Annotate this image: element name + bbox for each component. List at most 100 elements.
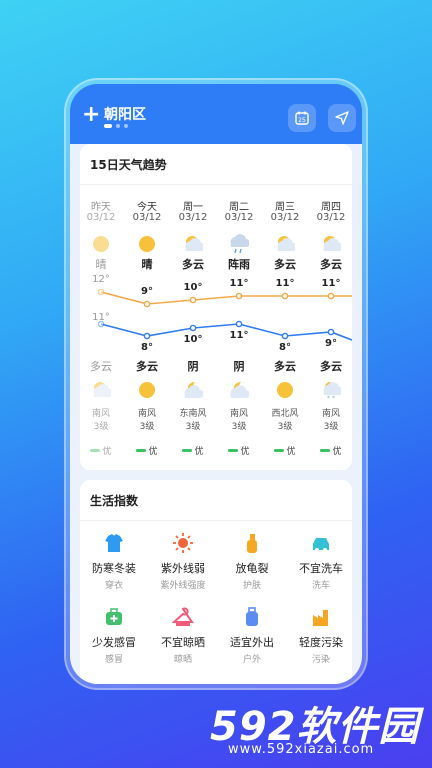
share-button[interactable] <box>328 104 356 132</box>
day-condition: 晴 <box>141 258 153 271</box>
date-label: 03/12 <box>178 212 208 223</box>
day-weather-icon <box>170 234 216 254</box>
low-temp-line-point <box>189 324 197 332</box>
life-index-item[interactable]: 轻度污染 污染 <box>285 604 357 665</box>
cloud-sun-icon <box>277 236 297 251</box>
life-index-category: 洗车 <box>311 581 330 591</box>
cloud-sun-icon <box>323 236 343 251</box>
wind-level: 3级 <box>323 422 339 432</box>
day-label: 今天 <box>137 202 157 213</box>
low-temp-label: 9° <box>325 338 337 349</box>
life-index-item[interactable]: 防寒冬装 穿衣 <box>78 530 150 591</box>
aqi-bar <box>320 449 331 452</box>
moon-cloud-icon <box>184 381 204 398</box>
life-index-category: 紫外线强度 <box>160 581 206 591</box>
wind-level: 3级 <box>93 422 109 432</box>
life-index-name: 放龟裂 <box>235 562 269 575</box>
aqi-label: 优 <box>332 447 342 457</box>
night-condition: 多云 <box>136 360 158 373</box>
add-city-icon[interactable]: + <box>82 104 100 126</box>
wind-level: 3级 <box>231 422 247 432</box>
phone-frame: + 朝阳区 25 15日天气趋势 昨天 03/12 晴多云 南风 3级优今天 03/12 <box>64 78 368 690</box>
night-weather-icon: * * <box>308 380 354 402</box>
life-index-item[interactable]: 放龟裂 护肤 <box>216 530 288 591</box>
low-temp-line-point <box>143 332 151 340</box>
night-weather-icon <box>262 380 308 400</box>
night-condition: 阴 <box>233 360 245 373</box>
sun-icon <box>139 382 155 398</box>
send-icon <box>335 111 349 125</box>
day-weather-icon <box>216 234 262 254</box>
app-screen: + 朝阳区 25 15日天气趋势 昨天 03/12 晴多云 南风 3级优今天 03/12 <box>70 84 362 684</box>
temperature-chart <box>97 288 352 341</box>
divider <box>80 184 352 185</box>
high-temp-label: 10° <box>183 282 203 293</box>
air-quality: 优 <box>216 444 262 457</box>
life-index-category: 护肤 <box>242 581 261 591</box>
sun-icon <box>277 382 293 398</box>
aqi-label: 优 <box>102 447 112 457</box>
aqi-label: 优 <box>240 447 250 457</box>
date-label: 03/12 <box>224 212 254 223</box>
life-index-name: 防寒冬装 <box>92 562 136 575</box>
car-icon <box>313 538 329 552</box>
svg-text:25: 25 <box>298 117 306 124</box>
wind-direction: 东南风 <box>179 409 207 419</box>
low-temp-label: 11° <box>229 330 249 341</box>
air-quality: 优 <box>124 444 170 457</box>
cloud-sun-icon <box>93 382 113 397</box>
night-weather-icon <box>170 380 216 400</box>
day-label: 周四 <box>321 202 341 213</box>
day-weather-icon <box>308 234 354 254</box>
day-label: 周一 <box>183 202 203 213</box>
day-condition: 阵雨 <box>228 258 250 271</box>
life-index-item[interactable]: 不宜洗车 洗车 <box>285 530 357 591</box>
high-temp-label: 11° <box>321 278 341 289</box>
top-bar: + 朝阳区 25 <box>70 84 362 144</box>
calendar-button[interactable]: 25 <box>288 104 316 132</box>
city-name[interactable]: 朝阳区 <box>104 104 146 124</box>
rain-cloud-icon <box>230 234 250 254</box>
sun-icon <box>93 236 109 252</box>
day-condition: 多云 <box>274 258 296 271</box>
life-index-name: 少发感冒 <box>92 636 136 649</box>
aqi-bar <box>228 449 239 452</box>
high-temp-label: 12° <box>92 274 110 285</box>
factory-icon <box>313 610 328 626</box>
night-condition: 多云 <box>90 360 112 373</box>
life-index-item[interactable]: 不宜晾晒 晾晒 <box>147 604 219 665</box>
wind-info: 南风 3级 <box>308 408 354 434</box>
hanger-icon <box>172 607 194 626</box>
night-weather-icon <box>124 380 170 400</box>
trend-title: 15日天气趋势 <box>90 158 167 172</box>
day-label: 周二 <box>229 202 249 213</box>
life-index-item[interactable]: 紫外线弱 紫外线强度 <box>147 530 219 591</box>
shirt-icon <box>105 534 123 552</box>
medkit-icon <box>106 608 122 625</box>
wind-direction: 南风 <box>137 409 156 419</box>
life-title: 生活指数 <box>90 494 139 508</box>
night-condition: 阴 <box>187 360 199 373</box>
low-temp-label: 10° <box>183 334 203 345</box>
day-condition: 多云 <box>182 258 204 271</box>
life-index-item[interactable]: 适宜外出 户外 <box>216 604 288 665</box>
high-temp-line-point <box>327 292 335 300</box>
day-condition: 晴 <box>95 258 107 271</box>
day-weather-icon <box>262 234 308 254</box>
wind-direction: 南风 <box>91 409 110 419</box>
wind-level: 3级 <box>277 422 293 432</box>
life-index-name: 轻度污染 <box>299 636 343 649</box>
date-label: 03/12 <box>86 212 116 223</box>
snow-cloud-icon: * * <box>323 382 343 402</box>
moon-cloud-icon <box>230 381 250 398</box>
life-index-item[interactable]: 少发感冒 感冒 <box>78 604 150 665</box>
svg-text:* *: * * <box>327 395 335 400</box>
high-temp-line-point <box>189 296 197 304</box>
aqi-label: 优 <box>194 447 204 457</box>
high-temp-label: 11° <box>275 278 295 289</box>
day-weather-icon <box>124 234 170 254</box>
aqi-bar <box>182 449 193 452</box>
night-condition: 多云 <box>320 360 342 373</box>
watermark-url: www.592xiazai.com <box>228 742 375 757</box>
life-card: 生活指数 防寒冬装 穿衣 紫外线弱 紫外线强度 放龟裂 护肤 不宜洗车 洗车 少发感冒 感冒 不宜晾… <box>80 480 352 684</box>
